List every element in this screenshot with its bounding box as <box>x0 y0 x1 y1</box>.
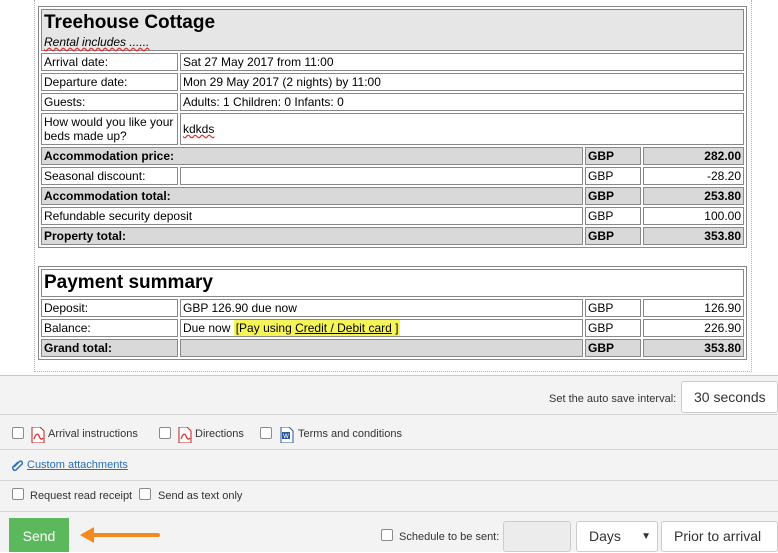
table-row: Guests: Adults: 1 Children: 0 Infants: 0 <box>41 93 744 111</box>
payment-summary-title: Payment summary <box>44 272 213 293</box>
pdf-icon <box>31 427 45 443</box>
schedule-relative-select[interactable]: Prior to arrival <box>661 521 778 552</box>
table-row: Deposit: GBP 126.90 due now GBP 126.90 <box>41 299 744 317</box>
accommodation-total-currency: GBP <box>585 187 641 205</box>
property-total-currency: GBP <box>585 227 641 245</box>
table-row: Departure date: Mon 29 May 2017 (2 night… <box>41 73 744 91</box>
balance-amount: 226.90 <box>643 319 744 337</box>
custom-attachments-link[interactable]: Custom attachments <box>27 459 128 471</box>
grand-total-currency: GBP <box>585 339 641 357</box>
deposit-currency: GBP <box>585 299 641 317</box>
security-deposit-currency: GBP <box>585 207 641 225</box>
accommodation-total-amount: 253.80 <box>643 187 744 205</box>
directions-checkbox[interactable] <box>159 427 171 439</box>
send-button[interactable]: Send <box>9 518 69 552</box>
departure-date-value: Mon 29 May 2017 (2 nights) by 11:00 <box>180 73 744 91</box>
table-row: Seasonal discount: GBP -28.20 <box>41 167 744 185</box>
send-text-only-label: Send as text only <box>158 490 243 502</box>
svg-text:W: W <box>283 433 289 440</box>
arrival-instructions-checkbox[interactable] <box>12 427 24 439</box>
payment-summary-table: Payment summary Deposit: GBP 126.90 due … <box>38 266 747 360</box>
guests-label: Guests: <box>41 93 178 111</box>
directions-label: Directions <box>195 428 244 440</box>
accommodation-price-currency: GBP <box>585 147 641 165</box>
accommodation-total-label: Accommodation total: <box>41 187 583 205</box>
booking-summary-table: Treehouse Cottage Rental includes ......… <box>38 6 747 248</box>
security-deposit-label: Refundable security deposit <box>41 207 583 225</box>
divider <box>0 511 778 512</box>
read-receipt-checkbox[interactable] <box>12 488 24 500</box>
divider <box>0 414 778 415</box>
table-row: Accommodation price: GBP 282.00 <box>41 147 744 165</box>
seasonal-discount-label: Seasonal discount: <box>41 167 178 185</box>
pay-card-link[interactable]: [Pay using Credit / Debit card ] <box>233 320 401 336</box>
seasonal-discount-amount: -28.20 <box>643 167 744 185</box>
beds-question-label: How would you like your beds made up? <box>41 113 178 145</box>
departure-date-label: Departure date: <box>41 73 178 91</box>
table-row: Balance: Due now [Pay using Credit / Deb… <box>41 319 744 337</box>
arrival-instructions-label: Arrival instructions <box>48 428 138 440</box>
arrow-left-icon <box>80 527 160 543</box>
pdf-icon <box>178 427 192 443</box>
grand-total-label: Grand total: <box>41 339 178 357</box>
schedule-unit-value: Days <box>589 528 621 544</box>
deposit-desc: GBP 126.90 due now <box>180 299 583 317</box>
read-receipt-label: Request read receipt <box>30 490 133 502</box>
accommodation-price-amount: 282.00 <box>643 147 744 165</box>
credit-debit-link[interactable]: Credit / Debit card <box>295 321 392 335</box>
schedule-unit-select[interactable]: Days ▼ <box>576 521 658 552</box>
autosave-interval-select[interactable]: 30 seconds <box>681 381 778 413</box>
arrival-date-value: Sat 27 May 2017 from 11:00 <box>180 53 744 71</box>
autosave-label: Set the auto save interval: <box>549 393 677 405</box>
table-row: Accommodation total: GBP 253.80 <box>41 187 744 205</box>
property-name: Treehouse Cottage <box>44 12 216 33</box>
deposit-label: Deposit: <box>41 299 178 317</box>
balance-desc: Due now <box>183 321 231 335</box>
grand-total-amount: 353.80 <box>643 339 744 357</box>
terms-checkbox[interactable] <box>260 427 272 439</box>
table-row: Arrival date: Sat 27 May 2017 from 11:00 <box>41 53 744 71</box>
balance-currency: GBP <box>585 319 641 337</box>
table-row: Property total: GBP 353.80 <box>41 227 744 245</box>
accommodation-price-label: Accommodation price: <box>41 147 583 165</box>
seasonal-discount-desc <box>180 167 583 185</box>
booking-header-cell: Treehouse Cottage Rental includes ...... <box>41 9 744 51</box>
email-editor-area[interactable]: Treehouse Cottage Rental includes ......… <box>0 0 778 376</box>
arrival-date-label: Arrival date: <box>41 53 178 71</box>
security-deposit-amount: 100.00 <box>643 207 744 225</box>
property-total-label: Property total: <box>41 227 583 245</box>
seasonal-discount-currency: GBP <box>585 167 641 185</box>
balance-label: Balance: <box>41 319 178 337</box>
caret-down-icon: ▼ <box>641 531 651 542</box>
divider <box>0 449 778 450</box>
table-row: Refundable security deposit GBP 100.00 <box>41 207 744 225</box>
table-row: How would you like your beds made up? kd… <box>41 113 744 145</box>
paperclip-icon <box>11 460 24 472</box>
table-row: Grand total: GBP 353.80 <box>41 339 744 357</box>
divider <box>0 480 778 481</box>
send-text-only-checkbox[interactable] <box>139 488 151 500</box>
deposit-amount: 126.90 <box>643 299 744 317</box>
property-total-amount: 353.80 <box>643 227 744 245</box>
rental-includes: Rental includes ...... <box>44 35 150 49</box>
beds-answer-value: kdkds <box>183 122 215 136</box>
word-doc-icon: W <box>280 427 294 443</box>
schedule-checkbox[interactable] <box>381 529 393 541</box>
schedule-label: Schedule to be sent: <box>399 531 500 543</box>
terms-label: Terms and conditions <box>298 428 402 440</box>
schedule-days-input[interactable] <box>503 521 571 552</box>
guests-value: Adults: 1 Children: 0 Infants: 0 <box>180 93 744 111</box>
